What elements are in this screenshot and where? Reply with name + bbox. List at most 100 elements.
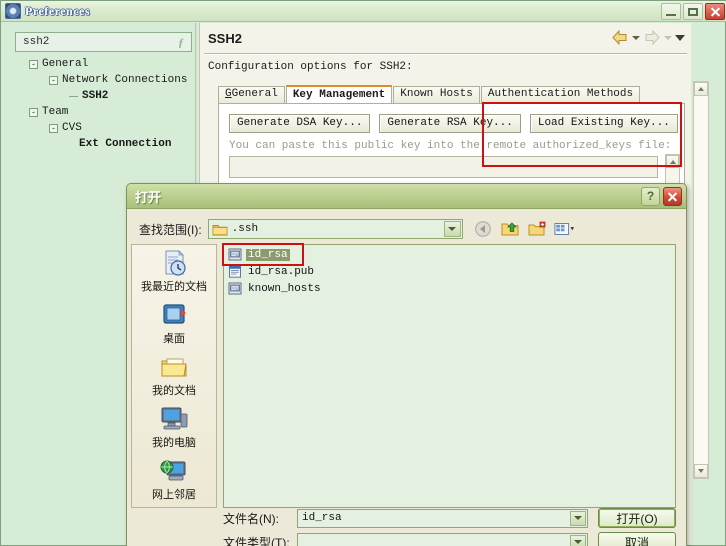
forward-arrow-icon	[643, 30, 661, 46]
tree-item-cvs[interactable]: - CVS	[7, 120, 193, 136]
close-button[interactable]	[705, 3, 725, 20]
expander-icon[interactable]: -	[49, 75, 58, 85]
filetype-row: 文件类型(T): 取消	[223, 532, 676, 546]
button-label: Generate DSA Key...	[237, 117, 363, 129]
place-label: 我最近的文档	[141, 280, 207, 293]
chevron-down-icon[interactable]	[443, 221, 461, 237]
window-titlebar: Preferences	[1, 1, 726, 22]
screen-root: Preferences ƒ -General -Network Connecti…	[0, 0, 726, 546]
file-name: id_rsa.pub	[248, 265, 315, 278]
clear-filter-icon[interactable]: ƒ	[174, 35, 188, 49]
place-label: 我的电脑	[152, 436, 196, 449]
tree-item-ext-connection[interactable]: Ext Connection	[7, 136, 193, 152]
tree-item-label: Ext Connection	[79, 138, 172, 150]
search-input[interactable]	[21, 35, 169, 49]
tab-known-hosts[interactable]: Known Hosts	[393, 86, 480, 103]
pub-file-icon	[228, 265, 242, 278]
page-description: Configuration options for SSH2:	[208, 61, 413, 73]
file-list[interactable]: id_rsa id_rsa.pub known_hosts	[223, 244, 676, 508]
scroll-up-icon[interactable]	[666, 155, 679, 168]
place-desktop[interactable]: 桌面	[132, 297, 216, 349]
button-label: 打开(O)	[616, 511, 658, 526]
dialog-title: 打开	[135, 189, 162, 205]
filetype-combobox[interactable]	[297, 532, 588, 546]
tab-general[interactable]: GGeneral	[218, 86, 285, 103]
filter-field[interactable]: ƒ	[15, 32, 192, 52]
tree-item-label: Network Connections	[62, 74, 188, 86]
page-scrollbar[interactable]	[693, 81, 709, 479]
open-button[interactable]: 打开(O)	[598, 508, 676, 528]
place-label: 我的文档	[152, 384, 196, 397]
back-icon[interactable]	[473, 220, 494, 239]
file-icon	[228, 282, 242, 295]
recent-documents-icon	[159, 249, 189, 277]
public-key-hint: You can paste this public key into the r…	[229, 140, 672, 152]
button-label: Load Existing Key...	[537, 117, 670, 129]
generate-rsa-key-button[interactable]: Generate RSA Key...	[379, 114, 521, 133]
tree-item-label: SSH2	[82, 90, 109, 102]
help-button[interactable]: ?	[641, 187, 660, 206]
look-in-value: .ssh	[231, 223, 259, 235]
view-menu-caret[interactable]	[675, 35, 685, 41]
tab-key-management[interactable]: Key Management	[285, 85, 393, 103]
tree-item-general[interactable]: - General	[7, 56, 193, 72]
file-item-id-rsa[interactable]: id_rsa	[224, 247, 675, 262]
tab-label: Key Management	[292, 89, 386, 101]
filename-input[interactable]: id_rsa	[297, 508, 588, 528]
tab-label: General	[231, 88, 278, 100]
expander-icon[interactable]: -	[29, 107, 38, 117]
dialog-toolbar	[473, 220, 575, 239]
file-item-known-hosts[interactable]: known_hosts	[224, 281, 675, 296]
filetype-label: 文件类型(T):	[223, 535, 290, 546]
file-name: known_hosts	[248, 282, 321, 295]
chevron-down-icon[interactable]	[570, 510, 586, 526]
page-separator	[204, 53, 687, 55]
look-in-combobox[interactable]: .ssh	[207, 219, 463, 239]
dialog-bottom: 文件名(N): id_rsa 打开(O) 文件类型(T): 取消	[223, 508, 676, 546]
back-arrow-icon[interactable]	[611, 30, 629, 46]
look-in-row: 查找范围(I): .ssh	[139, 218, 676, 240]
up-one-level-icon[interactable]	[500, 220, 521, 239]
tree-item-label: General	[42, 58, 89, 70]
public-key-textarea[interactable]	[229, 156, 658, 178]
scroll-down-icon[interactable]	[694, 464, 708, 478]
network-places-icon	[159, 457, 189, 485]
tree-connector-icon	[69, 95, 78, 97]
new-folder-icon[interactable]	[527, 220, 548, 239]
preferences-icon	[5, 3, 21, 19]
tab-authentication-methods[interactable]: Authentication Methods	[480, 86, 641, 103]
place-label: 桌面	[163, 332, 185, 345]
places-bar: 我最近的文档 桌面 我的文档 我的电脑 网上邻居	[131, 244, 217, 508]
place-recent-documents[interactable]: 我最近的文档	[132, 245, 216, 297]
expander-icon[interactable]: -	[49, 123, 58, 133]
views-icon[interactable]	[554, 220, 575, 239]
dialog-close-button[interactable]	[663, 187, 682, 206]
back-dropdown-caret[interactable]	[632, 36, 640, 40]
tab-label: Authentication Methods	[487, 88, 634, 100]
maximize-button[interactable]	[683, 3, 703, 20]
folder-icon	[212, 223, 228, 236]
place-network-places[interactable]: 网上邻居	[132, 453, 216, 505]
chevron-down-icon[interactable]	[570, 534, 586, 546]
filename-row: 文件名(N): id_rsa 打开(O)	[223, 508, 676, 528]
my-documents-icon	[159, 353, 189, 381]
file-item-id-rsa-pub[interactable]: id_rsa.pub	[224, 264, 675, 279]
file-name: id_rsa	[246, 248, 290, 261]
expander-icon[interactable]: -	[29, 59, 38, 69]
tree-item-label: CVS	[62, 122, 82, 134]
cancel-button[interactable]: 取消	[598, 532, 676, 546]
load-existing-key-button[interactable]: Load Existing Key...	[529, 114, 678, 133]
minimize-button[interactable]	[661, 3, 681, 20]
generate-dsa-key-button[interactable]: Generate DSA Key...	[229, 114, 371, 133]
my-computer-icon	[159, 405, 189, 433]
place-my-documents[interactable]: 我的文档	[132, 349, 216, 401]
tree-item-label: Team	[42, 106, 69, 118]
tree-item-network-connections[interactable]: - Network Connections	[7, 72, 193, 88]
tab-strip: GGeneral Key Management Known Hosts Auth…	[218, 85, 685, 103]
scroll-up-icon[interactable]	[694, 82, 708, 96]
filename-label: 文件名(N):	[223, 511, 279, 526]
forward-dropdown-caret	[664, 36, 672, 40]
tree-item-team[interactable]: - Team	[7, 104, 193, 120]
place-my-computer[interactable]: 我的电脑	[132, 401, 216, 453]
tree-item-ssh2[interactable]: SSH2	[7, 88, 193, 104]
